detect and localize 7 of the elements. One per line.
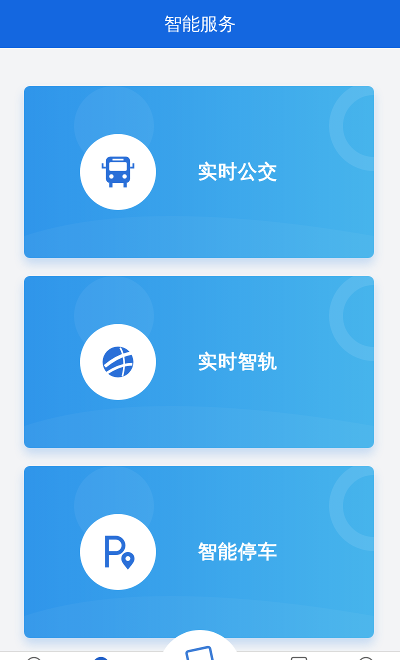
service-card[interactable]: 实时公交 — [24, 86, 374, 258]
page-title: 智能服务 — [164, 13, 236, 36]
service-card[interactable]: 实时智轨 — [24, 276, 374, 448]
service-label: 智能停车 — [198, 540, 278, 565]
service-card[interactable]: 智能停车 — [24, 466, 374, 638]
service-label: 实时智轨 — [198, 350, 278, 375]
service-label: 实时公交 — [198, 160, 278, 185]
